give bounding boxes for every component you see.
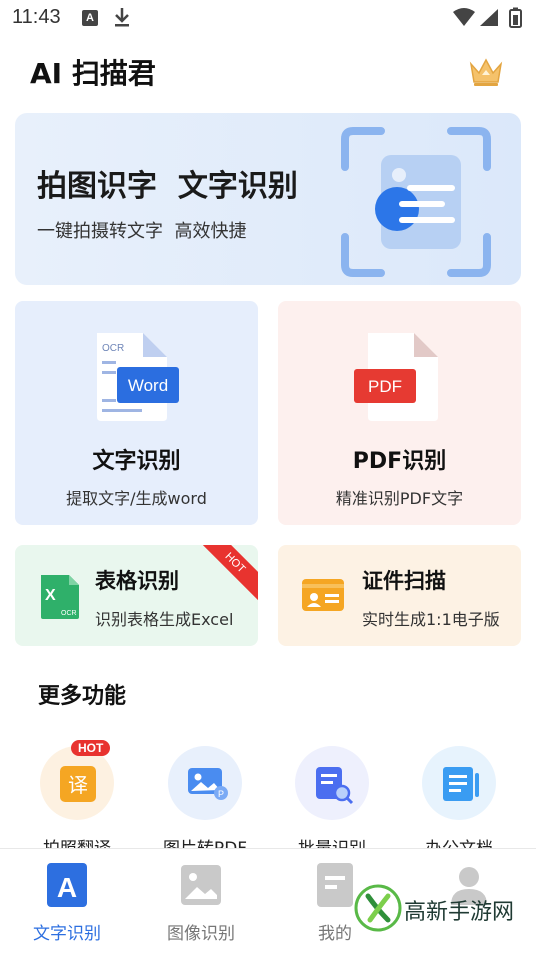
- watermark-text: 高新手游网: [404, 900, 515, 925]
- translate-icon: 译: [59, 765, 97, 807]
- signal-icon: [480, 9, 498, 26]
- more-features-title: 更多功能: [38, 684, 127, 709]
- banner-subtitle: 一键拍摄转文字 高效快捷: [37, 221, 247, 242]
- svg-text:OCR: OCR: [102, 343, 124, 354]
- svg-text:A: A: [57, 872, 77, 903]
- tab-text-recognition[interactable]: A 文字识别: [0, 863, 134, 944]
- app-title: AI 扫描君: [30, 57, 156, 90]
- document-icon: [315, 863, 355, 911]
- card-subtitle: 识别表格生成Excel: [95, 610, 234, 629]
- nav-label: 文字识别: [33, 924, 101, 944]
- ocr-banner[interactable]: 拍图识字 文字识别 一键拍摄转文字 高效快捷: [15, 113, 521, 285]
- watermark: 高新手游网: [352, 880, 536, 950]
- id-scan-card[interactable]: 证件扫描 实时生成1:1电子版: [278, 545, 521, 646]
- svg-text:X: X: [45, 587, 56, 604]
- feature-office-docs[interactable]: 办公文档: [404, 746, 514, 859]
- card-title: 证件扫描: [362, 569, 446, 593]
- svg-text:OCR: OCR: [61, 610, 77, 617]
- batch-scan-icon: [314, 765, 354, 809]
- wifi-icon: [453, 8, 475, 26]
- text-recognition-icon: A: [47, 863, 87, 911]
- card-title: PDF识别: [352, 449, 447, 474]
- nav-label: 图像识别: [167, 924, 235, 944]
- pdf-doc-icon: PDF: [354, 329, 444, 429]
- card-subtitle: 实时生成1:1电子版: [362, 610, 500, 629]
- ocr-scan-illustration: [341, 127, 491, 281]
- feature-batch-scan[interactable]: 批量识别: [277, 746, 387, 859]
- hot-badge: HOT: [196, 545, 258, 602]
- crown-icon[interactable]: [468, 56, 504, 92]
- status-time: 11:43: [12, 6, 61, 28]
- text-recognition-card[interactable]: OCR Word 文字识别 提取文字/生成word: [15, 301, 258, 525]
- status-bar: 11:43 A: [0, 0, 536, 36]
- word-doc-icon: OCR Word: [91, 329, 181, 429]
- feature-photo-translate[interactable]: 译 HOT 拍照翻译: [22, 740, 132, 859]
- id-card-icon: [300, 575, 346, 619]
- feature-image-to-pdf[interactable]: P 图片转PDF: [150, 746, 260, 859]
- table-recognition-card[interactable]: X OCR 表格识别 识别表格生成Excel HOT: [15, 545, 258, 646]
- svg-text:P: P: [218, 789, 224, 799]
- pdf-recognition-card[interactable]: PDF PDF识别 精准识别PDF文字: [278, 301, 521, 525]
- svg-text:Word: Word: [128, 376, 168, 395]
- status-icons: [452, 7, 526, 33]
- image-recognition-icon: [181, 863, 221, 911]
- svg-text:译: 译: [68, 773, 88, 797]
- excel-icon: X OCR: [37, 573, 83, 625]
- card-subtitle: 提取文字/生成word: [66, 489, 207, 508]
- image-pdf-icon: P: [187, 765, 229, 805]
- office-doc-icon: [441, 765, 481, 809]
- svg-text:PDF: PDF: [368, 377, 402, 396]
- card-title: 表格识别: [95, 569, 179, 593]
- watermark-logo-icon: [354, 884, 402, 936]
- download-icon: [112, 6, 132, 32]
- hot-badge: HOT: [71, 740, 111, 756]
- tab-image-recognition[interactable]: 图像识别: [134, 863, 268, 944]
- banner-title: 拍图识字 文字识别: [37, 169, 298, 204]
- card-title: 文字识别: [92, 449, 181, 474]
- card-subtitle: 精准识别PDF文字: [335, 489, 464, 508]
- notification-a-icon: A: [82, 10, 98, 26]
